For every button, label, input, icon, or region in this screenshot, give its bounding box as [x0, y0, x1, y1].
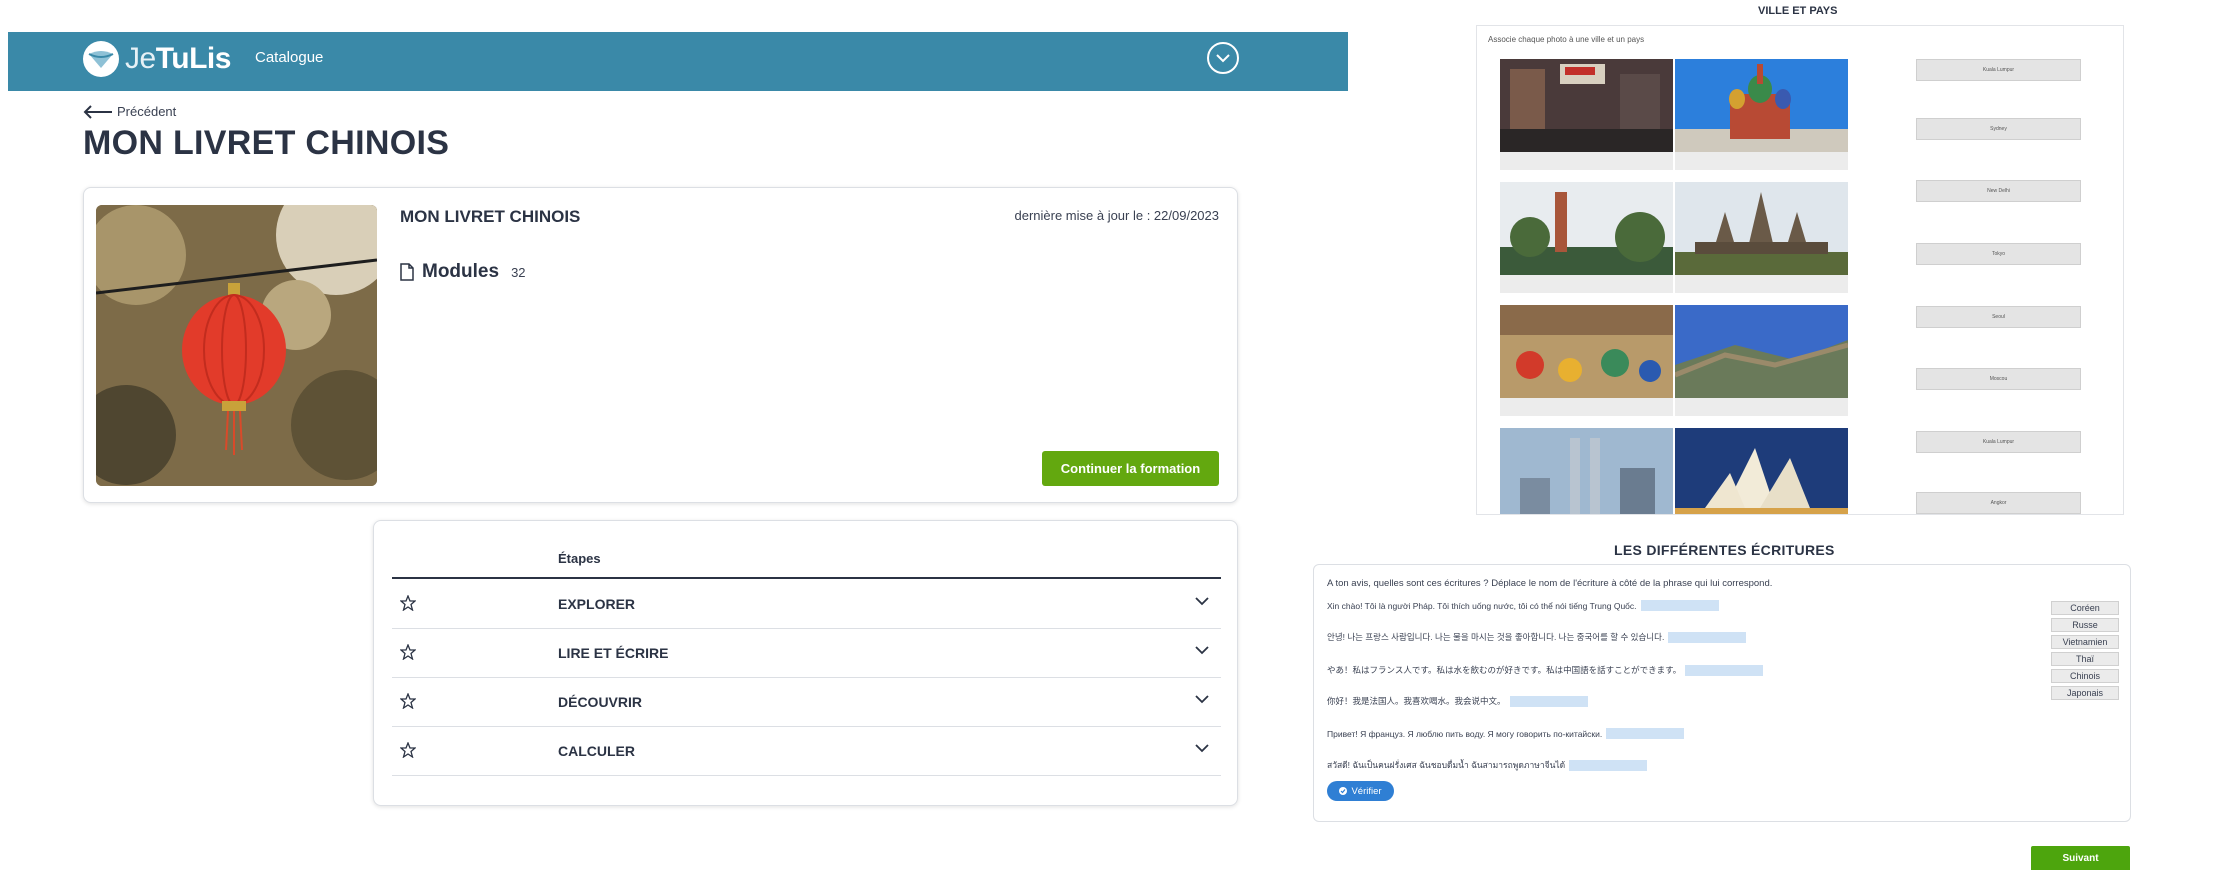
logo-prefix: Je [125, 42, 156, 75]
city-label[interactable]: Kuala Lumpur [1916, 431, 2081, 453]
steps-card: Étapes EXPLORER LIRE ET ÉCRIRE DÉCOUVRIR… [373, 520, 1238, 806]
sentence-text: Привет! Я француз. Я люблю пить воду. Я … [1327, 728, 1603, 739]
photo-sydney-opera[interactable] [1675, 428, 1848, 515]
app-logo[interactable]: JeTuLis [83, 41, 231, 77]
star-icon[interactable] [400, 693, 416, 709]
chevron-down-icon[interactable] [1195, 744, 1209, 753]
ville-pays-title: VILLE ET PAYS [1758, 5, 1838, 17]
photo-caption-slot[interactable] [1675, 152, 1848, 170]
photo-caption-slot[interactable] [1675, 398, 1848, 416]
course-image-lantern [96, 205, 377, 486]
script-chip[interactable]: Vietnamien [2051, 635, 2119, 649]
photo-moscow-cathedral[interactable] [1675, 59, 1848, 152]
city-label[interactable]: Angkor [1916, 492, 2081, 514]
chevron-down-icon[interactable] [1195, 646, 1209, 655]
step-label: LIRE ET ÉCRIRE [558, 645, 669, 661]
next-button[interactable]: Suivant [2031, 846, 2130, 870]
city-label[interactable]: Tokyo [1916, 243, 2081, 265]
sentence-text: Xin chào! Tôi là người Pháp. Tôi thích u… [1327, 600, 1637, 611]
step-row-explorer[interactable]: EXPLORER [392, 580, 1221, 629]
sentence-text: 안녕! 나는 프랑스 사람입니다. 나는 물을 마시는 것을 좋아합니다. 나는… [1327, 632, 1665, 642]
drop-zone[interactable] [1685, 664, 1764, 676]
document-icon [400, 263, 414, 281]
verify-label: Vérifier [1351, 785, 1382, 797]
ville-pays-instruction: Associe chaque photo à une ville et un p… [1488, 35, 1645, 44]
city-label[interactable]: Kuala Lumpur [1916, 59, 2081, 81]
photo-caption-slot[interactable] [1500, 275, 1673, 293]
drop-zone[interactable] [1606, 728, 1685, 739]
course-card: MON LIVRET CHINOIS dernière mise à jour … [83, 187, 1238, 503]
photo-delhi-market[interactable] [1500, 305, 1673, 398]
photo-caption-slot[interactable] [1675, 275, 1848, 293]
photo-angkor-temple[interactable] [1675, 182, 1848, 275]
nav-catalogue-link[interactable]: Catalogue [255, 49, 323, 66]
star-icon[interactable] [400, 644, 416, 660]
steps-header-label: Étapes [558, 551, 601, 566]
script-chip[interactable]: Thaï [2051, 652, 2119, 666]
sentence-text: 你好！我是法国人。我喜欢喝水。我会说中文。 [1327, 696, 1506, 706]
course-name: MON LIVRET CHINOIS [400, 207, 581, 226]
city-label[interactable]: New Delhi [1916, 180, 2081, 202]
sentence-row: 你好！我是法国人。我喜欢喝水。我会说中文。 [1327, 695, 1588, 707]
modules-count: 32 [511, 264, 526, 280]
photo-kuala-lumpur-skyline[interactable] [1500, 428, 1673, 515]
logo-brand: TuLis [155, 42, 232, 75]
sentence-row: やあ！私はフランス人です。私は水を飲むのが好きです。私は中国語を話すことができま… [1327, 664, 1764, 676]
chevron-down-icon[interactable] [1195, 695, 1209, 704]
arrow-left-icon [83, 104, 112, 119]
ecritures-title: LES DIFFÉRENTES ÉCRITURES [1614, 542, 1835, 558]
sentence-row: Привет! Я француз. Я люблю пить воду. Я … [1327, 728, 1685, 739]
photo-hanoi-pagoda[interactable] [1500, 182, 1673, 275]
star-icon[interactable] [400, 742, 416, 758]
check-icon [1339, 787, 1348, 795]
photo-tokyo-street[interactable] [1500, 59, 1673, 152]
modules-label: Modules [422, 261, 500, 282]
sentence-row: Xin chào! Tôi là người Pháp. Tôi thích u… [1327, 600, 1719, 611]
modules-summary: Modules 32 [400, 261, 526, 283]
course-last-updated: dernière mise à jour le : 22/09/2023 [1014, 208, 1219, 223]
back-label: Précédent [117, 104, 177, 119]
sentence-row: สวัสดี! ฉันเป็นคนฝรั่งเศส ฉันชอบดื่มน้ำ … [1327, 758, 1648, 772]
logo-mark-icon [83, 41, 119, 77]
script-chip[interactable]: Chinois [2051, 669, 2119, 683]
ecritures-panel: A ton avis, quelles sont ces écritures ?… [1313, 564, 2131, 822]
back-link[interactable]: Précédent [83, 104, 176, 119]
ville-pays-panel: Associe chaque photo à une ville et un p… [1476, 25, 2124, 515]
step-row-calculer[interactable]: CALCULER [392, 727, 1221, 776]
star-icon[interactable] [400, 595, 416, 611]
page-title: MON LIVRET CHINOIS [83, 124, 450, 162]
verify-button[interactable]: Vérifier [1327, 781, 1394, 801]
script-chip[interactable]: Russe [2051, 618, 2119, 632]
step-label: EXPLORER [558, 596, 636, 612]
drop-zone[interactable] [1668, 631, 1747, 643]
step-label: CALCULER [558, 743, 635, 759]
step-label: DÉCOUVRIR [558, 694, 643, 710]
drop-zone[interactable] [1569, 759, 1648, 771]
top-navigation-bar: JeTuLis Catalogue [8, 32, 1348, 91]
step-row-lire-et-ecrire[interactable]: LIRE ET ÉCRIRE [392, 629, 1221, 678]
chevron-down-circle-icon[interactable] [1207, 42, 1239, 74]
continue-course-button[interactable]: Continuer la formation [1042, 451, 1219, 486]
city-label[interactable]: Sydney [1916, 118, 2081, 140]
sentence-text: やあ！私はフランス人です。私は水を飲むのが好きです。私は中国語を話すことができま… [1327, 665, 1682, 675]
ecritures-instruction: A ton avis, quelles sont ces écritures ?… [1327, 578, 1773, 589]
photo-caption-slot[interactable] [1500, 398, 1673, 416]
city-label[interactable]: Seoul [1916, 306, 2081, 328]
logo-text: JeTuLis [125, 42, 231, 76]
sentence-row: 안녕! 나는 프랑스 사람입니다. 나는 물을 마시는 것을 좋아합니다. 나는… [1327, 631, 1747, 643]
chevron-down-icon[interactable] [1195, 597, 1209, 606]
city-label[interactable]: Moscou [1916, 368, 2081, 390]
steps-table-header: Étapes [392, 545, 1221, 579]
drop-zone[interactable] [1509, 695, 1588, 707]
step-row-decouvrir[interactable]: DÉCOUVRIR [392, 678, 1221, 727]
script-chip[interactable]: Coréen [2051, 601, 2119, 615]
sentence-text: สวัสดี! ฉันเป็นคนฝรั่งเศส ฉันชอบดื่มน้ำ … [1327, 760, 1566, 770]
script-chip[interactable]: Japonais [2051, 686, 2119, 700]
photo-caption-slot[interactable] [1500, 152, 1673, 170]
drop-zone[interactable] [1640, 600, 1719, 611]
photo-great-wall[interactable] [1675, 305, 1848, 398]
